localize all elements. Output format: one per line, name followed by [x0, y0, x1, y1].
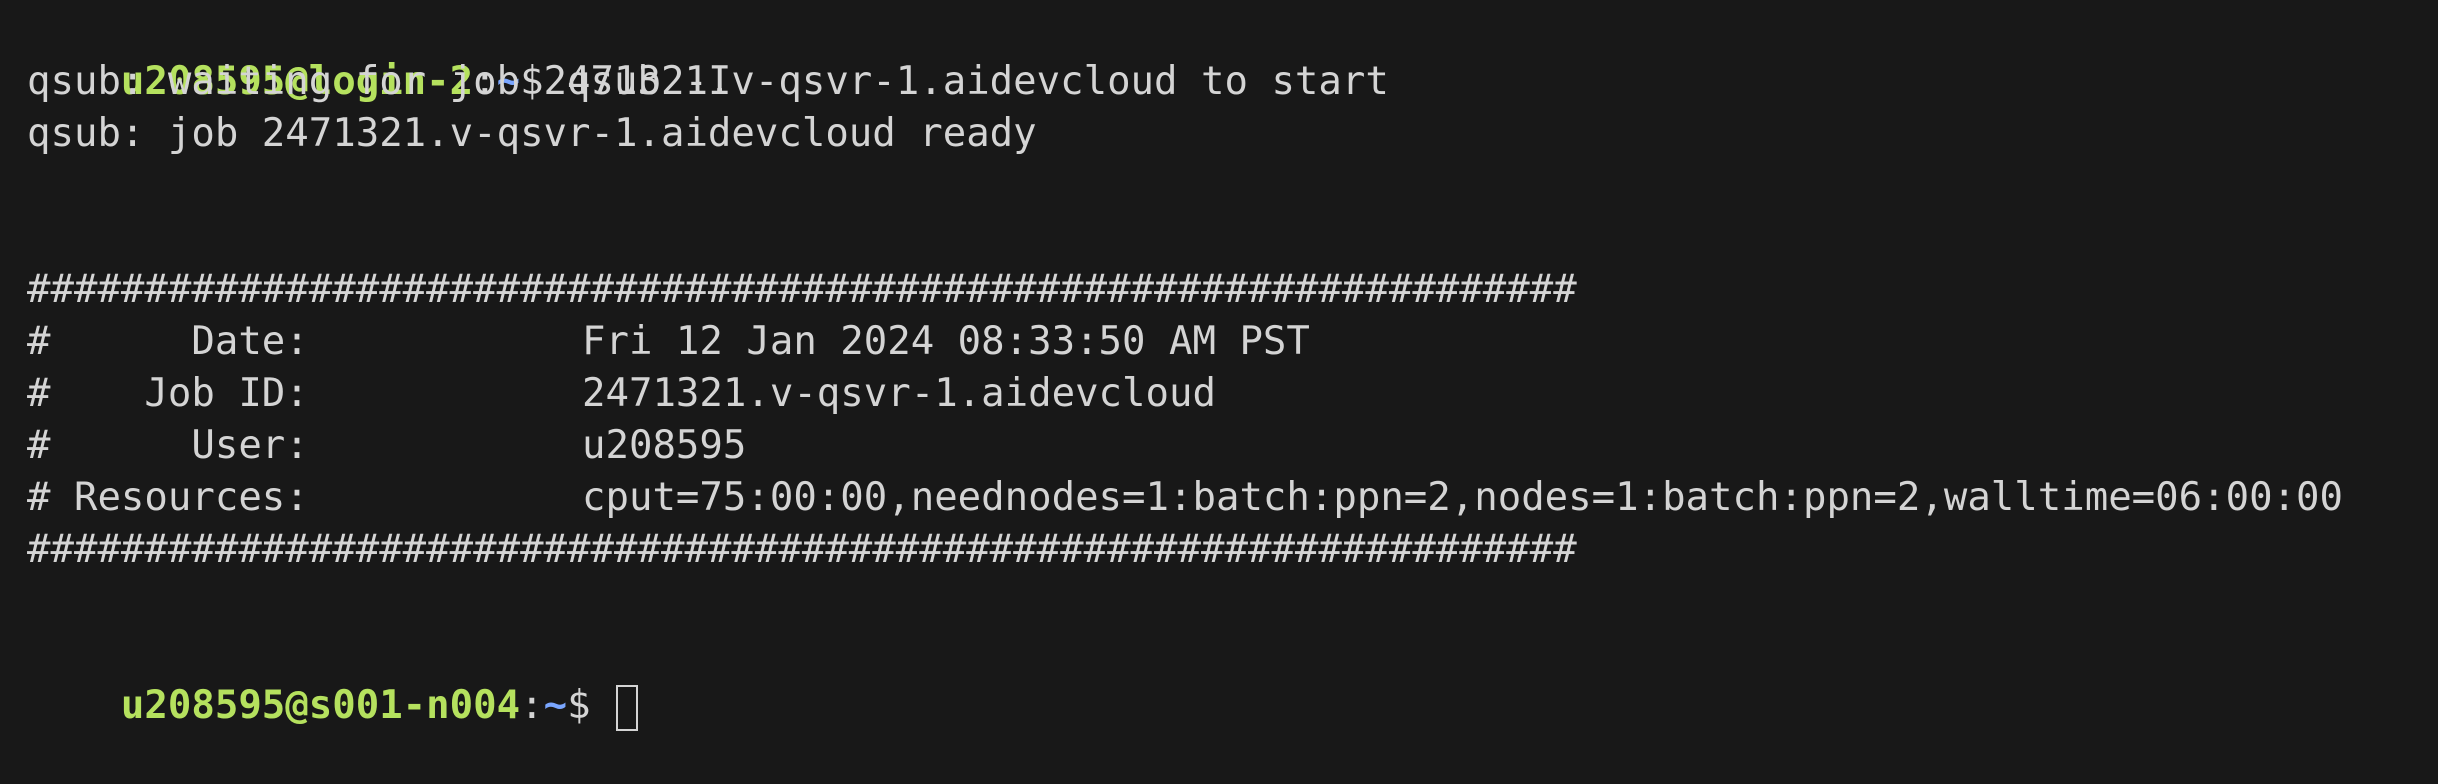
prompt-colon: : — [520, 683, 544, 728]
banner-value: cput=75:00:00,neednodes=1:batch:ppn=2,no… — [582, 475, 2343, 520]
banner-value: u208595 — [582, 423, 747, 468]
banner-label: # Job ID: — [27, 371, 309, 416]
banner-label: # User: — [27, 423, 309, 468]
banner-border-bottom: ########################################… — [27, 527, 1577, 572]
prompt-user-host: u208595@s001-n004 — [120, 683, 521, 728]
output-line: qsub: waiting for job 2471321.v-qsvr-1.a… — [27, 59, 1389, 104]
banner-label: # Resources: — [27, 475, 309, 520]
banner-label: # Date: — [27, 319, 309, 364]
banner-row-user: # User: u208595 — [27, 420, 2438, 472]
prompt-path: ~ — [543, 683, 568, 728]
banner-value: 2471321.v-qsvr-1.aidevcloud — [582, 371, 1216, 416]
prompt-dollar: $ — [567, 683, 615, 728]
banner-border-top: ########################################… — [27, 267, 1577, 312]
cursor-block[interactable] — [616, 684, 639, 731]
output-line: qsub: job 2471321.v-qsvr-1.aidevcloud re… — [27, 111, 1037, 156]
prompt-line-login: u208595@login-2:~$ qsub -I — [27, 4, 2438, 104]
terminal-window[interactable]: u208595@login-2:~$ qsub -I qsub: waiting… — [0, 0, 2438, 731]
prompt-line-compute-node: u208595@s001-n004:~$ — [27, 628, 2438, 731]
banner-value: Fri 12 Jan 2024 08:33:50 AM PST — [582, 319, 1310, 364]
banner-row-resources: # Resources: cput=75:00:00,neednodes=1:ba… — [27, 472, 2438, 524]
banner-row-job-id: # Job ID: 2471321.v-qsvr-1.aidevcloud — [27, 368, 2438, 420]
banner-row-date: # Date: Fri 12 Jan 2024 08:33:50 AM PST — [27, 316, 2438, 368]
